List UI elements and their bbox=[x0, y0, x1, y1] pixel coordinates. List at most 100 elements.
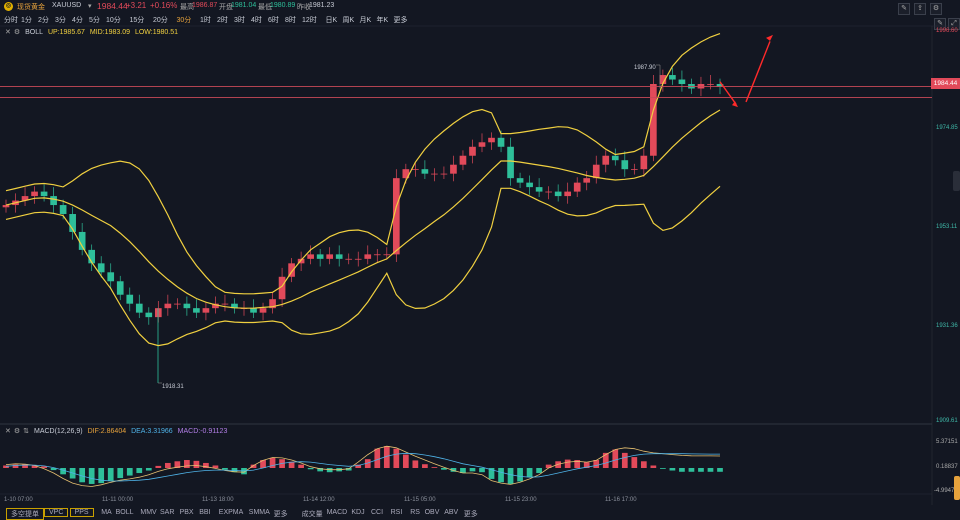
macd-histogram-bar bbox=[612, 449, 619, 468]
candle-body bbox=[145, 312, 153, 318]
price-axis-label: 1909.61 bbox=[936, 418, 958, 424]
candle-body bbox=[50, 196, 57, 206]
candle-body bbox=[431, 173, 438, 175]
macd-histogram-bar bbox=[117, 468, 124, 479]
time-axis-label: 11-16 17:00 bbox=[605, 497, 637, 503]
sub-indicator-7[interactable]: ABV bbox=[444, 509, 458, 516]
main-indicator-7[interactable]: SMMA bbox=[249, 509, 270, 516]
time-axis-label: 1-10 07:00 bbox=[4, 497, 33, 503]
toolbar-button-2[interactable]: PPS bbox=[69, 508, 94, 517]
macd-histogram-bar bbox=[374, 448, 381, 468]
candle-body bbox=[202, 308, 210, 313]
macd-histogram-bar bbox=[193, 460, 200, 468]
macd-histogram-bar bbox=[660, 468, 666, 469]
macd-histogram-bar bbox=[184, 460, 190, 468]
price-chart[interactable] bbox=[0, 0, 960, 519]
candle-body bbox=[97, 263, 105, 273]
main-indicator-6[interactable]: EXPMA bbox=[219, 509, 244, 516]
candle-body bbox=[583, 178, 591, 183]
macd-histogram-bar bbox=[402, 454, 409, 468]
side-panel-handle-icon[interactable] bbox=[954, 476, 960, 500]
macd-histogram-bar bbox=[269, 457, 276, 468]
sub-indicator-1[interactable]: MACD bbox=[327, 509, 348, 516]
candle-body bbox=[326, 254, 334, 259]
macd-histogram-bar bbox=[593, 460, 600, 468]
macd-histogram-bar bbox=[631, 457, 638, 468]
candle-body bbox=[2, 205, 10, 208]
candle-body bbox=[421, 169, 429, 174]
macd-histogram-bar bbox=[479, 468, 485, 473]
down-arrow-line bbox=[719, 81, 737, 105]
candle-body bbox=[354, 258, 362, 260]
price-axis-label: 1953.11 bbox=[936, 224, 958, 230]
candle-body bbox=[40, 191, 48, 197]
macd-histogram-bar bbox=[640, 461, 647, 468]
sub-indicator-2[interactable]: KDJ bbox=[351, 509, 364, 516]
candle-body bbox=[59, 205, 67, 215]
macd-histogram-bar bbox=[393, 448, 400, 468]
indicator-toolbar: 多空提单 VPC PPS MA BOLL MMV SAR PBX BBI EXPMA SMMA 更多 成… bbox=[0, 507, 960, 520]
candle-body bbox=[678, 79, 686, 85]
candle-body bbox=[459, 155, 467, 165]
macd-histogram-bar bbox=[717, 468, 723, 472]
candle-body bbox=[183, 303, 191, 309]
up-arrow-line bbox=[745, 41, 771, 103]
time-axis-label: 11-13 18:00 bbox=[202, 497, 234, 503]
main-indicator-3[interactable]: SAR bbox=[160, 509, 174, 516]
candle-body bbox=[573, 182, 581, 192]
macd-histogram-bar bbox=[88, 468, 95, 484]
main-indicator-8[interactable]: 更多 bbox=[274, 509, 288, 519]
candle-body bbox=[592, 164, 600, 179]
macd-histogram-bar bbox=[669, 468, 676, 471]
price-axis-label: 1931.36 bbox=[936, 323, 958, 329]
candle-body bbox=[250, 308, 257, 313]
candle-body bbox=[707, 84, 714, 85]
main-indicator-0[interactable]: MA bbox=[101, 509, 112, 516]
candle-body bbox=[193, 308, 200, 313]
sub-indicator-6[interactable]: OBV bbox=[425, 509, 440, 516]
macd-histogram-bar bbox=[602, 452, 609, 468]
candle-body bbox=[640, 155, 648, 170]
sub-indicator-8[interactable]: 更多 bbox=[464, 509, 478, 519]
main-indicator-2[interactable]: MMV bbox=[140, 509, 156, 516]
price-axis-label: 1974.85 bbox=[936, 125, 958, 131]
high-annotation: 1987.90 bbox=[634, 65, 656, 71]
candle-body bbox=[545, 191, 552, 193]
candle-body bbox=[383, 254, 391, 256]
macd-histogram-bar bbox=[155, 465, 162, 468]
candle-body bbox=[488, 137, 495, 143]
macd-histogram-bar bbox=[507, 468, 514, 484]
macd-histogram-bar bbox=[526, 468, 533, 478]
main-indicator-5[interactable]: BBI bbox=[199, 509, 210, 516]
time-axis-label: 11-15 05:00 bbox=[404, 497, 436, 503]
sub-indicator-5[interactable]: RS bbox=[410, 509, 420, 516]
candle-body bbox=[507, 146, 514, 179]
macd-histogram-bar bbox=[469, 468, 476, 472]
macd-histogram-bar bbox=[564, 459, 571, 468]
main-indicator-1[interactable]: BOLL bbox=[116, 509, 134, 516]
up-arrow-head bbox=[766, 34, 773, 41]
macd-histogram-bar bbox=[212, 465, 219, 468]
macd-histogram-bar bbox=[145, 468, 152, 471]
toolbar-button-1[interactable]: VPC bbox=[44, 508, 69, 517]
candle-body bbox=[611, 155, 619, 161]
candle-body bbox=[373, 254, 381, 256]
macd-histogram-bar bbox=[517, 468, 523, 482]
macd-histogram-bar bbox=[498, 468, 504, 483]
candle-body bbox=[126, 294, 134, 304]
candle-body bbox=[535, 187, 543, 192]
sub-indicator-3[interactable]: CCI bbox=[371, 509, 383, 516]
candle-body bbox=[630, 169, 638, 170]
candle-body bbox=[307, 254, 314, 259]
toolbar-button-0[interactable]: 多空提单 bbox=[6, 508, 44, 520]
side-panel-toggle-icon[interactable] bbox=[953, 171, 960, 191]
macd-histogram-bar bbox=[307, 468, 314, 470]
candle-body bbox=[135, 303, 143, 313]
sub-indicator-4[interactable]: RSI bbox=[391, 509, 403, 516]
main-indicator-4[interactable]: PBX bbox=[180, 509, 194, 516]
candle-body bbox=[478, 142, 486, 147]
macd-histogram-bar bbox=[222, 468, 228, 470]
sub-indicator-0[interactable]: 成交量 bbox=[302, 509, 323, 519]
boll-upper-band bbox=[5, 33, 721, 295]
macd-histogram-bar bbox=[688, 468, 695, 472]
